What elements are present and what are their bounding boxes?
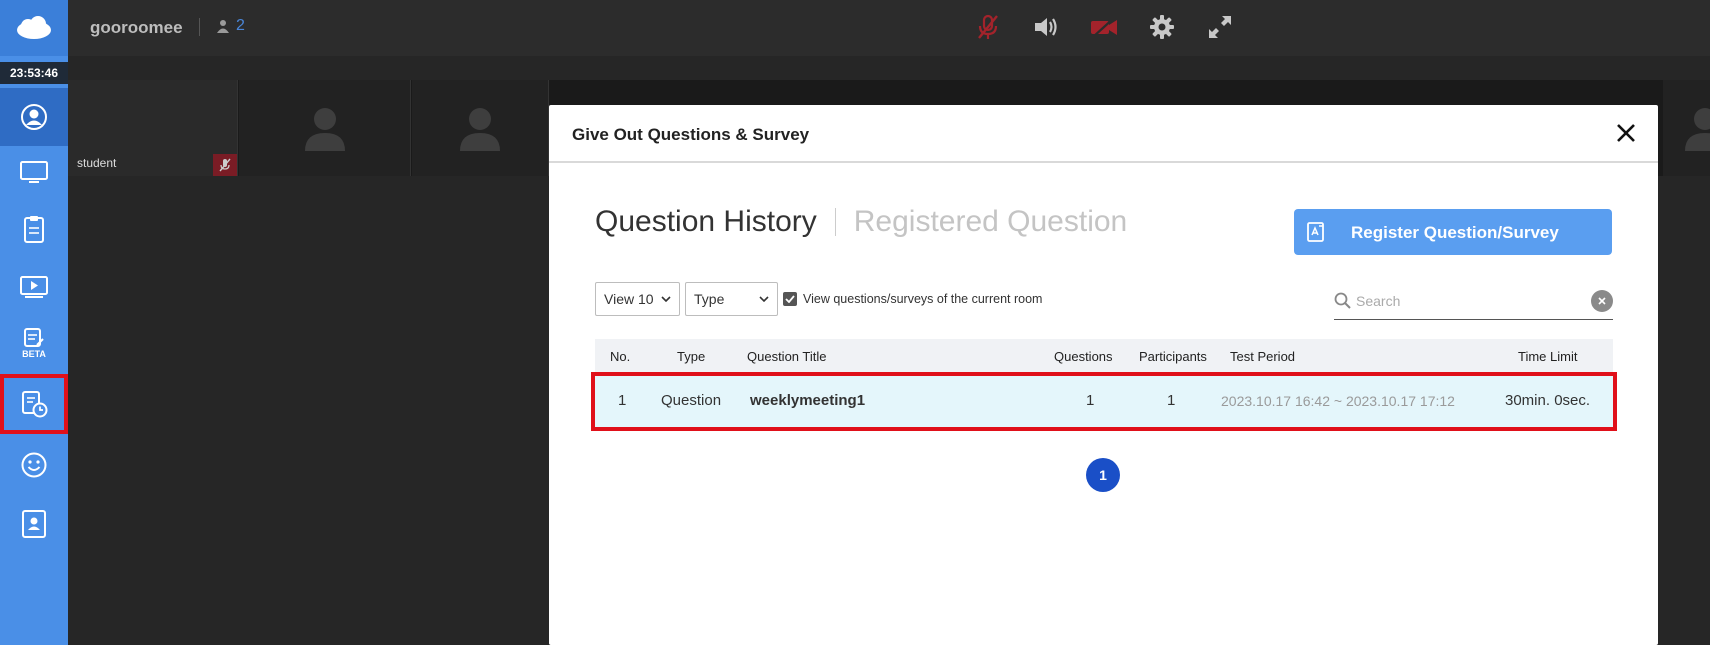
- cell-questions: 1: [1086, 392, 1095, 409]
- video-tile-empty: [1663, 80, 1710, 176]
- sidebar-item-contact[interactable]: [0, 495, 68, 553]
- page-button-current[interactable]: 1: [1086, 458, 1120, 492]
- clear-search-button[interactable]: [1591, 290, 1613, 312]
- mic-toggle-button[interactable]: [973, 12, 1003, 42]
- modal-header: Give Out Questions & Survey: [549, 105, 1658, 163]
- sidebar-item-profile[interactable]: [0, 88, 68, 146]
- camera-toggle-button[interactable]: [1089, 12, 1119, 42]
- cell-time-limit: 30min. 0sec.: [1505, 392, 1591, 409]
- search-input[interactable]: [1356, 289, 1576, 313]
- header-title: Question Title: [747, 348, 827, 364]
- mic-off-icon: [978, 14, 998, 39]
- mic-off-icon: [219, 158, 231, 172]
- room-name: gooroomee: [90, 18, 183, 37]
- video-tile-empty: [239, 80, 411, 176]
- check-icon: [785, 295, 795, 303]
- current-room-label: View questions/surveys of the current ro…: [803, 292, 1043, 306]
- questions-survey-modal: Give Out Questions & Survey Question His…: [549, 105, 1658, 645]
- cell-participants: 1: [1167, 392, 1176, 409]
- sidebar-item-emoji[interactable]: [0, 436, 68, 494]
- tab-question-history[interactable]: Question History: [595, 205, 817, 239]
- cell-period: 2023.10.17 16:42 ~ 2023.10.17 17:12: [1221, 393, 1455, 409]
- tile-name: student: [77, 156, 117, 170]
- modal-title: Give Out Questions & Survey: [572, 125, 810, 144]
- chevron-down-icon: [759, 296, 769, 302]
- current-room-checkbox[interactable]: [783, 292, 797, 306]
- type-value: Type: [694, 291, 725, 307]
- register-button-label: Register Question/Survey: [1351, 223, 1559, 242]
- chevron-down-icon: [661, 296, 671, 302]
- search-box: [1334, 280, 1613, 320]
- participant-count-value: 2: [236, 17, 245, 34]
- user-icon: [217, 20, 229, 33]
- search-icon: [1334, 292, 1351, 309]
- filter-bar: View 10 Type View questions/surveys of t…: [595, 282, 1042, 316]
- fullscreen-button[interactable]: [1205, 12, 1235, 42]
- emoji-icon: [21, 452, 47, 478]
- avatar-placeholder-icon: [1685, 108, 1710, 151]
- header-time-limit: Time Limit: [1518, 348, 1578, 364]
- fullscreen-icon: [1209, 16, 1231, 38]
- header-period: Test Period: [1230, 348, 1296, 364]
- avatar-placeholder-icon: [460, 108, 500, 151]
- close-icon[interactable]: [1612, 119, 1640, 147]
- cell-type: Question: [661, 392, 722, 409]
- modal-tabs: Question History Registered Question: [595, 205, 1127, 239]
- header-no: No.: [610, 348, 631, 364]
- settings-button[interactable]: [1147, 12, 1177, 42]
- type-select[interactable]: Type: [685, 282, 778, 316]
- beta-note-icon: [24, 327, 44, 347]
- header-questions: Questions: [1054, 348, 1113, 364]
- screen-share-icon: [20, 161, 48, 183]
- cell-title[interactable]: weeklymeeting1: [750, 392, 865, 409]
- video-tile-student[interactable]: student: [68, 80, 238, 176]
- sidebar-item-quiz[interactable]: [0, 374, 68, 434]
- tile-mic-status: [213, 154, 237, 176]
- view-count-value: View 10: [604, 291, 654, 307]
- camera-off-icon: [1091, 16, 1117, 38]
- avatar-placeholder-icon: [304, 108, 345, 151]
- participant-count[interactable]: 2: [216, 17, 245, 35]
- sidebar-item-video[interactable]: [0, 258, 68, 316]
- profile-icon: [21, 104, 47, 130]
- media-controls: [973, 12, 1235, 42]
- tab-registered-question[interactable]: Registered Question: [854, 205, 1128, 239]
- logo[interactable]: [0, 0, 68, 56]
- table-header: No. Type Question Title Questions Partic…: [595, 339, 1613, 373]
- sidebar: 23:53:46 BETA: [0, 0, 68, 645]
- speaker-icon: [1035, 18, 1057, 36]
- table-row[interactable]: 1 Question weeklymeeting1 1 1 2023.10.17…: [591, 372, 1617, 431]
- sidebar-item-screen[interactable]: [0, 143, 68, 201]
- session-clock: 23:53:46: [0, 62, 68, 84]
- register-question-button[interactable]: Register Question/Survey: [1294, 209, 1612, 255]
- clipboard-icon: [24, 216, 44, 243]
- contact-card-icon: [22, 510, 46, 538]
- cloud-logo-icon: [17, 16, 51, 39]
- current-room-filter[interactable]: View questions/surveys of the current ro…: [783, 292, 1042, 306]
- quiz-timer-icon: [22, 391, 48, 418]
- view-count-select[interactable]: View 10: [595, 282, 680, 316]
- sidebar-item-beta[interactable]: BETA: [0, 314, 68, 372]
- divider: [834, 208, 836, 236]
- beta-badge: BETA: [22, 348, 46, 359]
- gear-icon: [1150, 15, 1174, 39]
- video-play-icon: [20, 276, 48, 298]
- question-history-table: No. Type Question Title Questions Partic…: [591, 339, 1617, 431]
- header-type: Type: [677, 348, 706, 364]
- register-doc-icon: [1307, 222, 1324, 242]
- close-icon: [1598, 297, 1606, 305]
- speaker-button[interactable]: [1031, 12, 1061, 42]
- cell-no: 1: [618, 392, 627, 409]
- top-bar: gooroomee 2: [68, 0, 1710, 56]
- header-participants: Participants: [1139, 348, 1207, 364]
- sidebar-item-clipboard[interactable]: [0, 200, 68, 258]
- divider: [199, 18, 200, 36]
- video-tile-empty: [412, 80, 549, 176]
